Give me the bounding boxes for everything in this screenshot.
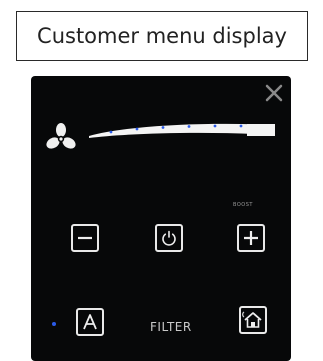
power-button[interactable] <box>155 224 183 252</box>
fan-speed-meter[interactable] <box>89 116 279 146</box>
letter-a-icon <box>83 314 97 330</box>
caption-title: Customer menu display <box>16 11 308 61</box>
minus-icon <box>78 236 92 240</box>
plus-button[interactable] <box>237 224 265 252</box>
boost-label: BOOST <box>233 202 253 208</box>
close-icon[interactable] <box>263 82 285 104</box>
minus-button[interactable] <box>71 224 99 252</box>
auto-button[interactable] <box>76 308 104 336</box>
control-panel: BOOST FILTER <box>31 76 291 361</box>
filter-label: FILTER <box>150 320 192 334</box>
home-settings-icon <box>242 311 262 328</box>
power-icon <box>162 230 176 246</box>
plus-icon <box>244 231 258 245</box>
home-settings-button[interactable] <box>239 306 267 334</box>
fan-icon <box>46 123 76 149</box>
auto-indicator-dot <box>52 322 56 326</box>
